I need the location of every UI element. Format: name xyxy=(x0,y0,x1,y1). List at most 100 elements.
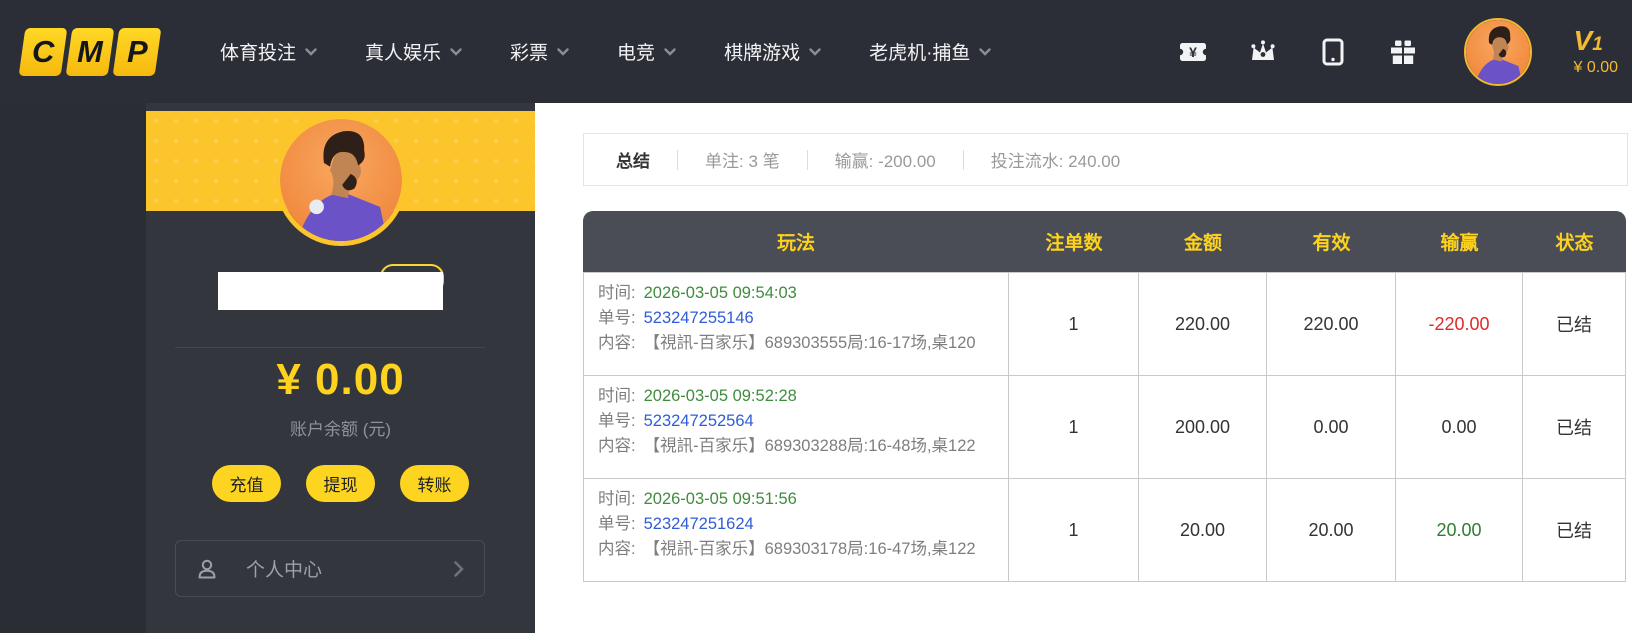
nav-item-live-casino[interactable]: 真人娱乐 xyxy=(365,38,462,65)
chevron-down-icon xyxy=(305,48,317,56)
content-label: 内容: xyxy=(598,334,636,352)
play-cell: 时间:2026-03-05 09:52:28 单号:523247252564 内… xyxy=(584,376,1009,479)
user-avatar[interactable] xyxy=(1464,18,1532,86)
content-label: 内容: xyxy=(598,540,636,558)
nav-label: 老虎机·捕鱼 xyxy=(869,38,970,65)
col-header-valid: 有效 xyxy=(1267,228,1396,255)
col-header-status: 状态 xyxy=(1523,228,1626,255)
winloss-cell: 20.00 xyxy=(1396,479,1523,582)
valid-cell: 220.00 xyxy=(1267,273,1396,376)
order-number-link[interactable]: 523247252564 xyxy=(644,412,754,430)
amount-cell: 20.00 xyxy=(1139,479,1267,582)
chevron-right-icon xyxy=(454,561,464,577)
profile-sidebar: ¥ 0.00 账户余额 (元) 充值 提现 转账 个人中心 xyxy=(146,103,535,633)
chevron-down-icon xyxy=(664,48,676,56)
winloss-cell: 0.00 xyxy=(1396,376,1523,479)
nav-label: 真人娱乐 xyxy=(365,38,441,65)
main-nav: 体育投注 真人娱乐 彩票 电竞 棋牌游戏 老虎机·捕鱼 xyxy=(220,38,991,65)
logo-letter-block: M xyxy=(66,28,115,76)
chevron-down-icon xyxy=(557,48,569,56)
bet-records-table: 玩法 注单数 金额 有效 输赢 状态 时间: 2026-03-05 09:54:0… xyxy=(583,211,1626,582)
gift-icon[interactable] xyxy=(1388,38,1418,66)
summary-separator xyxy=(963,150,964,170)
nav-label: 体育投注 xyxy=(220,38,296,65)
col-header-count: 注单数 xyxy=(1009,228,1139,255)
time-label: 时间: xyxy=(598,490,636,508)
nav-item-sports[interactable]: 体育投注 xyxy=(220,38,317,65)
withdraw-button[interactable]: 提现 xyxy=(306,465,375,502)
count-cell: 1 xyxy=(1009,479,1139,582)
col-header-play: 玩法 xyxy=(583,228,1009,255)
nav-label: 彩票 xyxy=(510,38,548,65)
logo-letter-block: C xyxy=(19,28,68,76)
header-balance: ¥ 0.00 xyxy=(1574,59,1618,77)
status-cell: 已结 xyxy=(1523,376,1626,479)
bet-record-row: 时间:2026-03-05 09:51:56 单号:523247251624 内… xyxy=(584,479,1626,582)
logo-letter: P xyxy=(127,34,148,70)
wallet-actions: 充值 提现 转账 xyxy=(146,465,535,502)
table-header: 玩法 注单数 金额 有效 输赢 状态 xyxy=(583,211,1626,272)
chevron-down-icon xyxy=(979,48,991,56)
nav-item-board-games[interactable]: 棋牌游戏 xyxy=(724,38,821,65)
bet-content: 【視訊-百家乐】689303555局:16-17场,桌120 xyxy=(644,334,976,352)
content-label: 内容: xyxy=(598,437,636,455)
logo-letter: M xyxy=(77,34,103,70)
chevron-down-icon xyxy=(809,48,821,56)
phone-icon[interactable] xyxy=(1318,38,1348,66)
order-number-link[interactable]: 523247255146 xyxy=(644,309,754,327)
col-header-amount: 金额 xyxy=(1139,228,1267,255)
person-icon xyxy=(196,558,218,580)
account-balance: ¥ 0.00 xyxy=(146,355,535,405)
deposit-button[interactable]: 充值 xyxy=(212,465,281,502)
status-cell: 已结 xyxy=(1523,479,1626,582)
nav-item-lottery[interactable]: 彩票 xyxy=(510,38,569,65)
cmp-logo[interactable]: C M P xyxy=(22,28,158,76)
account-balance-label: 账户余额 (元) xyxy=(146,415,535,440)
summary-bet-count: 单注: 3 笔 xyxy=(705,147,780,172)
bet-time: 2026-03-05 09:52:28 xyxy=(644,387,797,405)
sidebar-divider xyxy=(175,347,485,348)
bet-time: 2026-03-05 09:51:56 xyxy=(644,490,797,508)
transfer-button[interactable]: 转账 xyxy=(400,465,469,502)
svg-text:¥: ¥ xyxy=(1189,44,1197,60)
summary-bar: 总结 单注: 3 笔 输赢: -200.00 投注流水: 240.00 xyxy=(583,133,1628,186)
personal-center-item[interactable]: 个人中心 xyxy=(175,540,485,597)
order-number-link[interactable]: 523247251624 xyxy=(644,515,754,533)
order-label: 单号: xyxy=(598,309,636,327)
bet-record-row: 时间: 2026-03-05 09:54:03 单号: 523247255146 内… xyxy=(584,273,1626,376)
table-body: 时间: 2026-03-05 09:54:03 单号: 523247255146 内… xyxy=(583,272,1626,582)
profile-avatar xyxy=(275,114,407,246)
summary-title: 总结 xyxy=(616,147,650,172)
valid-cell: 0.00 xyxy=(1267,376,1396,479)
nav-label: 棋牌游戏 xyxy=(724,38,800,65)
crown-icon[interactable] xyxy=(1248,38,1278,66)
vip-level: V1 xyxy=(1574,26,1618,57)
time-label: 时间: xyxy=(598,387,636,405)
summary-separator xyxy=(807,150,808,170)
nav-item-esports[interactable]: 电竞 xyxy=(617,38,676,65)
chevron-down-icon xyxy=(450,48,462,56)
play-cell: 时间:2026-03-05 09:51:56 单号:523247251624 内… xyxy=(584,479,1009,582)
header-right-cluster: ¥ xyxy=(1178,18,1632,86)
nav-item-slots-fishing[interactable]: 老虎机·捕鱼 xyxy=(869,38,991,65)
ticket-icon[interactable]: ¥ xyxy=(1178,38,1208,66)
winloss-cell: -220.00 xyxy=(1396,273,1523,376)
bet-content: 【視訊-百家乐】689303288局:16-48场,桌122 xyxy=(644,437,976,455)
status-cell: 已结 xyxy=(1523,273,1626,376)
count-cell: 1 xyxy=(1009,376,1139,479)
summary-win-loss: 输赢: -200.00 xyxy=(835,147,936,172)
bet-content: 【視訊-百家乐】689303178局:16-47场,桌122 xyxy=(644,540,976,558)
vip-level-letter: V xyxy=(1574,25,1593,56)
bet-time: 2026-03-05 09:54:03 xyxy=(644,284,797,302)
logo-letter: C xyxy=(32,34,54,70)
logo-letter-block: P xyxy=(113,28,162,76)
count-cell: 1 xyxy=(1009,273,1139,376)
bet-record-row: 时间:2026-03-05 09:52:28 单号:523247252564 内… xyxy=(584,376,1626,479)
top-header: C M P 体育投注 真人娱乐 彩票 电竞 棋牌游戏 xyxy=(0,0,1632,103)
play-cell: 时间: 2026-03-05 09:54:03 单号: 523247255146 内… xyxy=(584,273,1009,376)
time-label: 时间: xyxy=(598,284,636,302)
vip-box: V1 ¥ 0.00 xyxy=(1574,26,1618,76)
page: C M P 体育投注 真人娱乐 彩票 电竞 棋牌游戏 xyxy=(0,0,1632,633)
vip-level-number: 1 xyxy=(1592,34,1603,55)
personal-center-label: 个人中心 xyxy=(246,555,322,582)
